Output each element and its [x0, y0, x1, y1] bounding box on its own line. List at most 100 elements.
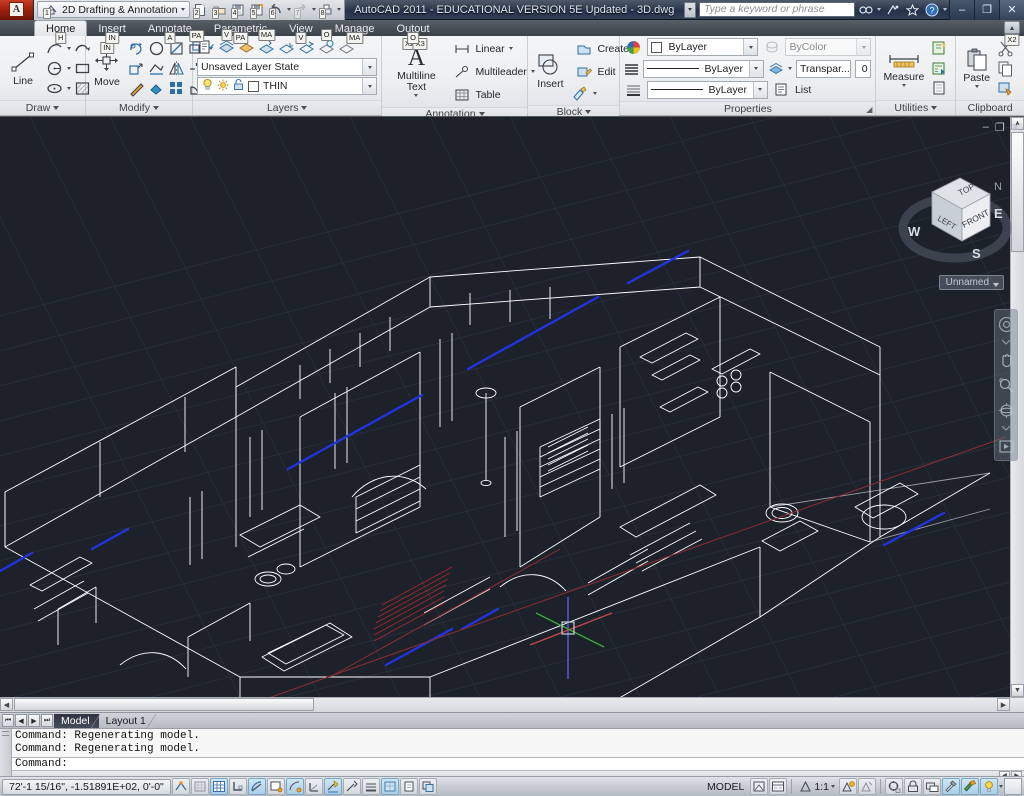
command-line[interactable]: Command: Regenerating model. Command: Re… — [0, 728, 1024, 780]
space-indicator[interactable]: MODEL — [702, 781, 749, 793]
panel-title-utilities[interactable]: Utilities — [876, 100, 956, 115]
chevron-down-icon[interactable] — [974, 85, 979, 88]
transparency-value-field[interactable]: 0 — [854, 59, 872, 78]
zoom-icon[interactable] — [996, 375, 1016, 395]
viewport-horizontal-scrollbar[interactable]: ◀ ▶ — [0, 697, 1024, 712]
scroll-down-button[interactable]: ▼ — [1011, 684, 1024, 697]
steering-wheel-icon[interactable] — [996, 314, 1016, 334]
chevron-down-icon[interactable] — [508, 47, 513, 50]
tab-home[interactable]: Home H — [34, 20, 88, 44]
chevron-down-icon[interactable] — [877, 8, 881, 11]
infer-constraints-toggle[interactable] — [171, 778, 190, 795]
lock-toolbars-icon[interactable] — [904, 778, 922, 795]
workspace-switch-icon[interactable] — [885, 778, 903, 795]
paste-button[interactable]: Paste — [959, 47, 994, 89]
multiline-text-button[interactable]: A X2 X3 Multiline Text — [385, 38, 447, 98]
array-icon[interactable] — [167, 79, 186, 98]
chevron-down-icon[interactable] — [362, 59, 377, 75]
layer-previous-icon[interactable]: O — [317, 29, 336, 57]
layer-lock-icon[interactable] — [277, 38, 296, 57]
list-label[interactable]: List — [795, 84, 811, 96]
undo-dropdown-icon[interactable] — [286, 8, 291, 11]
layer-unlocked-icon[interactable] — [233, 78, 244, 94]
layer-on-icon[interactable] — [202, 78, 213, 94]
panel-title-properties[interactable]: Properties ◢ — [620, 101, 876, 115]
annotation-visibility-icon[interactable] — [839, 778, 857, 795]
orbit-dropdown-icon[interactable] — [996, 425, 1016, 431]
minimize-ribbon-button[interactable]: X2 — [1004, 21, 1020, 46]
dynamic-input-toggle[interactable] — [342, 778, 361, 795]
linetype-combo[interactable]: ByLayer — [643, 59, 764, 78]
orbit-icon[interactable] — [996, 400, 1016, 420]
hardware-accel-icon[interactable] — [923, 778, 941, 795]
horizontal-scroll-thumb[interactable] — [14, 698, 314, 711]
chevron-down-icon[interactable] — [752, 81, 767, 98]
current-layer-combo[interactable]: THIN — [197, 77, 378, 95]
annotation-scale-control[interactable]: 1:1 — [796, 780, 838, 793]
point-style-icon[interactable] — [930, 79, 949, 98]
steering-wheel-dropdown-icon[interactable] — [996, 339, 1016, 345]
isolate-objects-icon[interactable] — [942, 778, 960, 795]
title-search-expander[interactable] — [684, 1, 696, 18]
transparency-field[interactable]: Transpar... — [795, 59, 851, 78]
rotate-icon[interactable] — [127, 39, 146, 58]
layout-space-icon[interactable] — [769, 778, 788, 795]
quick-select-icon[interactable] — [930, 39, 949, 58]
edit-attribute-icon[interactable] — [571, 84, 590, 103]
search-input[interactable]: Type a keyword or phrase — [699, 2, 855, 17]
transparency-toggle[interactable] — [380, 778, 399, 795]
circle-copy-icon[interactable] — [147, 39, 166, 58]
layer-color-swatch[interactable] — [248, 80, 259, 92]
tab-output[interactable]: Outout O — [386, 21, 441, 44]
toggle-fullscreen-button[interactable] — [1004, 778, 1022, 795]
quick-calculator-icon[interactable] — [930, 59, 949, 78]
communication-center-icon[interactable] — [883, 1, 901, 18]
qat-plot-button[interactable]: 8 — [318, 1, 335, 19]
move-button[interactable]: IN Move — [89, 41, 125, 89]
view-name-dropdown[interactable]: Unnamed — [938, 275, 1004, 290]
favorites-star-icon[interactable] — [903, 1, 921, 18]
grid-display-toggle[interactable] — [209, 778, 228, 795]
layer-state-combo[interactable]: Unsaved Layer State — [197, 58, 378, 76]
snap-mode-toggle[interactable] — [190, 778, 209, 795]
tab-layout-1[interactable]: Layout 1 — [99, 713, 157, 728]
close-button[interactable]: ✕ — [999, 0, 1024, 20]
measure-button[interactable]: Measure — [879, 48, 928, 88]
scroll-right-button[interactable]: ▶ — [997, 698, 1010, 711]
search-icon[interactable] — [857, 1, 875, 18]
dynamic-ucs-toggle[interactable] — [323, 778, 342, 795]
insert-block-button[interactable]: Insert — [531, 51, 569, 91]
multileader-button[interactable]: Multileader — [449, 61, 537, 82]
chevron-down-icon[interactable] — [748, 60, 763, 77]
previous-layout-button[interactable]: ◀ — [15, 714, 27, 727]
panel-title-clipboard[interactable]: Clipboard — [956, 100, 1024, 115]
qat-undo-button[interactable]: 6 — [268, 1, 285, 19]
panel-title-modify[interactable]: Modify — [86, 100, 192, 115]
chevron-down-icon[interactable] — [901, 84, 906, 87]
drawing-restore-button[interactable]: ❐ — [995, 121, 1005, 134]
quick-properties-toggle[interactable] — [399, 778, 418, 795]
minimize-button[interactable]: – — [949, 0, 974, 20]
qat-open-button[interactable]: 3 — [211, 1, 228, 19]
allow-ucs-toggle[interactable] — [304, 778, 323, 795]
object-color-combo[interactable]: ByLayer — [647, 38, 759, 56]
auto-scale-icon[interactable] — [858, 778, 876, 795]
status-light-icon[interactable] — [980, 778, 998, 795]
ellipse-icon[interactable] — [45, 79, 64, 98]
next-layout-button[interactable]: ▶ — [28, 714, 40, 727]
arc-dropdown-icon[interactable] — [66, 46, 71, 50]
mirror-icon[interactable] — [167, 59, 186, 78]
circle-icon[interactable] — [45, 59, 64, 78]
model-viewport[interactable]: – ❐ ✕ W E S N TOP LEFT FRONT Unnamed ▲ ▼ — [0, 117, 1024, 697]
ortho-mode-toggle[interactable] — [228, 778, 247, 795]
selection-cycling-toggle[interactable] — [418, 778, 437, 795]
chevron-down-icon[interactable] — [831, 785, 835, 788]
explode-icon[interactable] — [147, 79, 166, 98]
match-properties-icon[interactable] — [996, 79, 1015, 98]
drawing-close-button[interactable]: ✕ — [1011, 121, 1020, 134]
clean-screen-icon[interactable] — [961, 778, 979, 795]
qat-save-as-button[interactable]: 5 — [249, 1, 266, 19]
panel-dialog-launcher[interactable]: ◢ — [866, 105, 872, 114]
showmotion-icon[interactable] — [996, 436, 1016, 456]
tab-insert[interactable]: Insert IN — [87, 21, 137, 44]
